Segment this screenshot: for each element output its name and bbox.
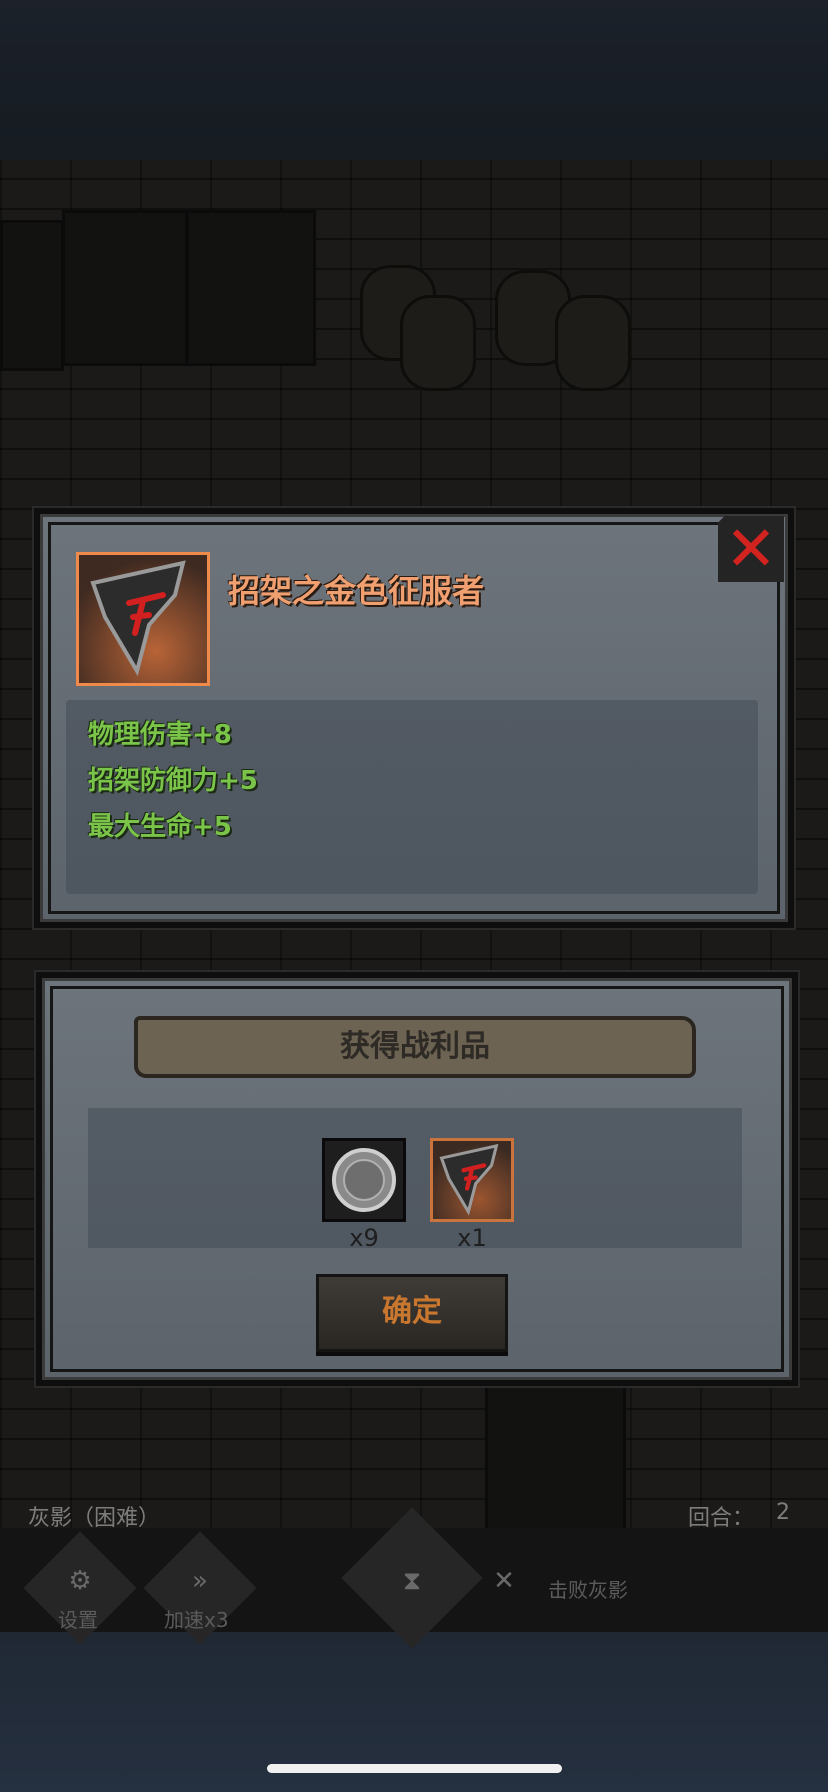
fast-forward-icon: » — [192, 1566, 208, 1596]
reward-slot-coin[interactable] — [322, 1138, 406, 1222]
confirm-button[interactable]: 确定 — [316, 1274, 508, 1352]
item-name: 招架之金色征服者 — [228, 572, 485, 610]
loot-panel: 获得战利品 x9 x1 确定 — [36, 972, 798, 1386]
objective-label: 击败灰影 — [548, 1578, 628, 1602]
round-value: 2 — [776, 1500, 790, 1525]
parry-shield-icon — [439, 1143, 499, 1216]
item-detail-panel: 招架之金色征服者 ✕ 物理伤害+8 招架防御力+5 最大生命+5 — [34, 508, 794, 928]
home-indicator — [267, 1764, 562, 1773]
settings-label: 设置 — [58, 1608, 98, 1632]
stat-line: 招架防御力+5 — [88, 766, 258, 796]
stat-line: 最大生命+5 — [88, 812, 232, 842]
stat-line: 物理伤害+8 — [88, 720, 232, 750]
hourglass-icon: ⧗ — [402, 1566, 422, 1596]
item-icon-frame — [76, 552, 210, 686]
reward-count: x1 — [457, 1224, 487, 1252]
gear-icon: ⚙ — [68, 1566, 92, 1596]
loot-strip — [88, 1108, 742, 1248]
parry-shield-icon — [90, 560, 186, 677]
silver-coin-icon — [332, 1148, 396, 1212]
close-button[interactable]: ✕ — [718, 516, 784, 582]
speed-label: 加速x3 — [164, 1608, 229, 1632]
reward-slot-gear[interactable] — [430, 1138, 514, 1222]
stats-box: 物理伤害+8 招架防御力+5 最大生命+5 — [66, 700, 758, 894]
close-icon: ✕ — [725, 512, 777, 585]
crossed-swords-icon: ✕ — [493, 1566, 515, 1596]
loot-title: 获得战利品 — [134, 1016, 696, 1078]
reward-count: x9 — [349, 1224, 379, 1252]
